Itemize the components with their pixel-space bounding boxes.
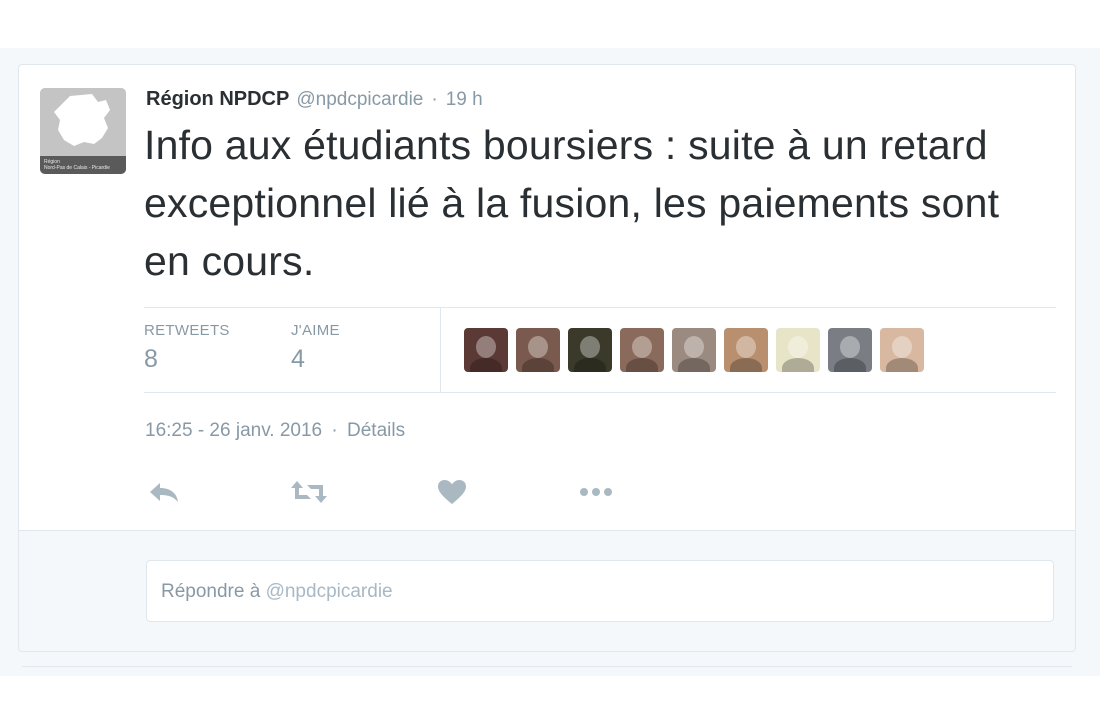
liker-avatar-face	[736, 336, 756, 358]
stats-divider	[440, 308, 441, 392]
retweets-stat[interactable]: RETWEETS 8	[144, 322, 230, 374]
liker-avatar-body	[470, 358, 502, 372]
liker-avatar[interactable]	[516, 328, 560, 372]
liker-avatar[interactable]	[880, 328, 924, 372]
likes-count: 4	[291, 345, 305, 373]
retweet-icon	[291, 481, 327, 503]
retweets-label: RETWEETS	[144, 322, 230, 339]
reply-prefix: Répondre à	[161, 581, 261, 602]
page: Région Nord-Pas de Calais - Picardie Rég…	[0, 0, 1100, 720]
liker-avatar-face	[788, 336, 808, 358]
tweet-datetime[interactable]: 16:25 - 26 janv. 2016	[145, 420, 322, 441]
reply-button[interactable]	[144, 474, 184, 510]
liker-avatar[interactable]	[464, 328, 508, 372]
heart-icon	[438, 480, 466, 504]
display-name[interactable]: Région NPDCP	[146, 88, 289, 111]
retweets-count: 8	[144, 345, 158, 373]
liker-avatar-body	[730, 358, 762, 372]
reply-handle: @npdcpicardie	[265, 581, 393, 602]
like-button[interactable]	[432, 474, 472, 510]
profile-avatar[interactable]: Région Nord-Pas de Calais - Picardie	[40, 88, 126, 174]
header-separator: ·	[431, 89, 438, 110]
liker-avatars	[464, 328, 932, 372]
tweet-text: Info aux étudiants boursiers : suite à u…	[144, 122, 1000, 284]
liker-avatar-body	[834, 358, 866, 372]
likes-stat[interactable]: J'AIME 4	[291, 322, 340, 374]
liker-avatar-face	[632, 336, 652, 358]
tweet-stats: RETWEETS 8 J'AIME 4	[144, 307, 1056, 393]
liker-avatar[interactable]	[568, 328, 612, 372]
liker-avatar[interactable]	[776, 328, 820, 372]
liker-avatar[interactable]	[724, 328, 768, 372]
reply-input[interactable]: Répondre à @npdcpicardie	[146, 560, 1054, 622]
details-link[interactable]: Détails	[347, 420, 405, 441]
liker-avatar-face	[476, 336, 496, 358]
tweet-time[interactable]: 19 h	[446, 89, 483, 111]
liker-avatar[interactable]	[620, 328, 664, 372]
more-button[interactable]	[576, 474, 616, 510]
liker-avatar-face	[892, 336, 912, 358]
user-handle[interactable]: @npdcpicardie	[296, 89, 423, 111]
reply-icon	[150, 483, 178, 502]
likes-label: J'AIME	[291, 322, 340, 339]
more-icon	[580, 488, 612, 496]
liker-avatar-face	[580, 336, 600, 358]
liker-avatar[interactable]	[672, 328, 716, 372]
liker-avatar-body	[626, 358, 658, 372]
avatar-caption: Région Nord-Pas de Calais - Picardie	[44, 159, 110, 171]
timestamp-separator: ·	[331, 420, 338, 441]
liker-avatar-body	[522, 358, 554, 372]
tweet-header: Région NPDCP @npdcpicardie · 19 h	[146, 88, 483, 114]
retweet-button[interactable]	[289, 474, 329, 510]
liker-avatar-face	[684, 336, 704, 358]
liker-avatar-body	[678, 358, 710, 372]
liker-avatar-body	[782, 358, 814, 372]
liker-avatar-body	[886, 358, 918, 372]
liker-avatar-face	[840, 336, 860, 358]
avatar-caption-line2: Nord-Pas de Calais - Picardie	[44, 165, 110, 171]
liker-avatar[interactable]	[828, 328, 872, 372]
tweet-timestamp: 16:25 - 26 janv. 2016 · Détails	[145, 420, 405, 442]
liker-avatar-body	[574, 358, 606, 372]
bottom-divider	[22, 666, 1072, 667]
liker-avatar-face	[528, 336, 548, 358]
